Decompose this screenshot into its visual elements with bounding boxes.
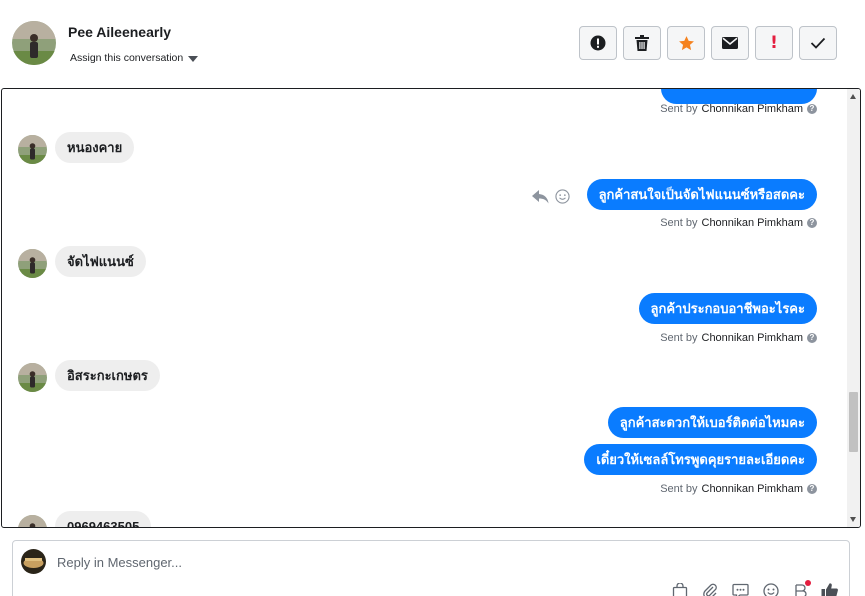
scrollbar-thumb[interactable] [849,392,858,452]
trash-icon [635,35,649,51]
message-thread[interactable]: Sent by Chonnikan Pimkham? หนองคาย ลูกค้า… [1,88,861,528]
contact-avatar-small [18,249,47,278]
help-icon[interactable]: ? [807,104,817,114]
message-bubble-outgoing: ลูกค้าสนใจเป็นจัดไฟแนนซ์หรือสดคะ [586,179,817,210]
bag-icon[interactable] [672,582,688,596]
star-button[interactable] [667,26,705,60]
contact-avatar-small [18,135,47,164]
message-bubble-outgoing [661,89,817,104]
mark-unread-button[interactable] [711,26,749,60]
reply-input[interactable] [57,551,757,573]
paperclip-icon[interactable] [702,583,718,596]
contact-avatar-small [18,363,47,392]
check-icon [810,37,826,49]
message-bubble-incoming: หนองคาย [55,132,135,163]
appointment-icon[interactable] [793,579,811,596]
help-icon[interactable]: ? [807,218,817,228]
assign-conversation-dropdown[interactable]: Assign this conversation [70,52,199,64]
message-bubble-incoming: จัดไฟแนนซ์ [55,246,146,277]
contact-avatar[interactable] [12,21,56,65]
page-avatar [21,549,46,574]
exclamation-icon: ! [770,33,778,53]
caret-down-icon [188,55,199,62]
sent-by-label: Sent by Chonnikan Pimkham? [660,332,817,344]
thread-scrollbar[interactable] [847,89,860,527]
conversation-toolbar: ! [579,26,837,60]
sent-by-label: Sent by Chonnikan Pimkham? [660,103,817,115]
scroll-up-arrow-icon[interactable] [850,94,856,99]
message-bubble-outgoing: เดี๋ยวให้เซลล์โทรพูดคุยรายละเอียดคะ [584,444,817,475]
envelope-icon [722,37,738,49]
follow-up-button[interactable]: ! [755,26,793,60]
conversation-header: Pee Aileenearly Assign this conversation [0,0,865,88]
scroll-down-arrow-icon[interactable] [850,517,856,522]
sent-by-label: Sent by Chonnikan Pimkham? [660,483,817,495]
delete-button[interactable] [623,26,661,60]
star-icon [678,35,694,50]
composer-toolbar [672,579,839,596]
sent-by-label: Sent by Chonnikan Pimkham? [660,217,817,229]
message-actions [532,189,570,204]
emoji-react-icon[interactable] [555,189,570,204]
contact-name: Pee Aileenearly [68,24,171,40]
reply-icon[interactable] [532,189,549,204]
notification-dot [805,579,811,586]
message-bubble-outgoing: ลูกค้าประกอบอาชีพอะไรคะ [638,293,817,324]
mark-spam-button[interactable] [579,26,617,60]
message-bubble-incoming: อิสระกะเกษตร [55,360,160,391]
message-bubble-incoming: 0969463505 [55,511,152,527]
help-icon[interactable]: ? [807,484,817,494]
help-icon[interactable]: ? [807,333,817,343]
contact-avatar-small [18,515,47,527]
saved-reply-icon[interactable] [732,583,749,596]
mark-done-button[interactable] [799,26,837,60]
like-icon[interactable] [821,582,839,596]
reply-composer [12,540,850,596]
alert-circle-icon [590,35,606,51]
emoji-icon[interactable] [763,582,779,596]
assign-label: Assign this conversation [70,52,184,64]
message-bubble-outgoing: ลูกค้าสะดวกให้เบอร์ติดต่อไหมคะ [607,407,817,438]
